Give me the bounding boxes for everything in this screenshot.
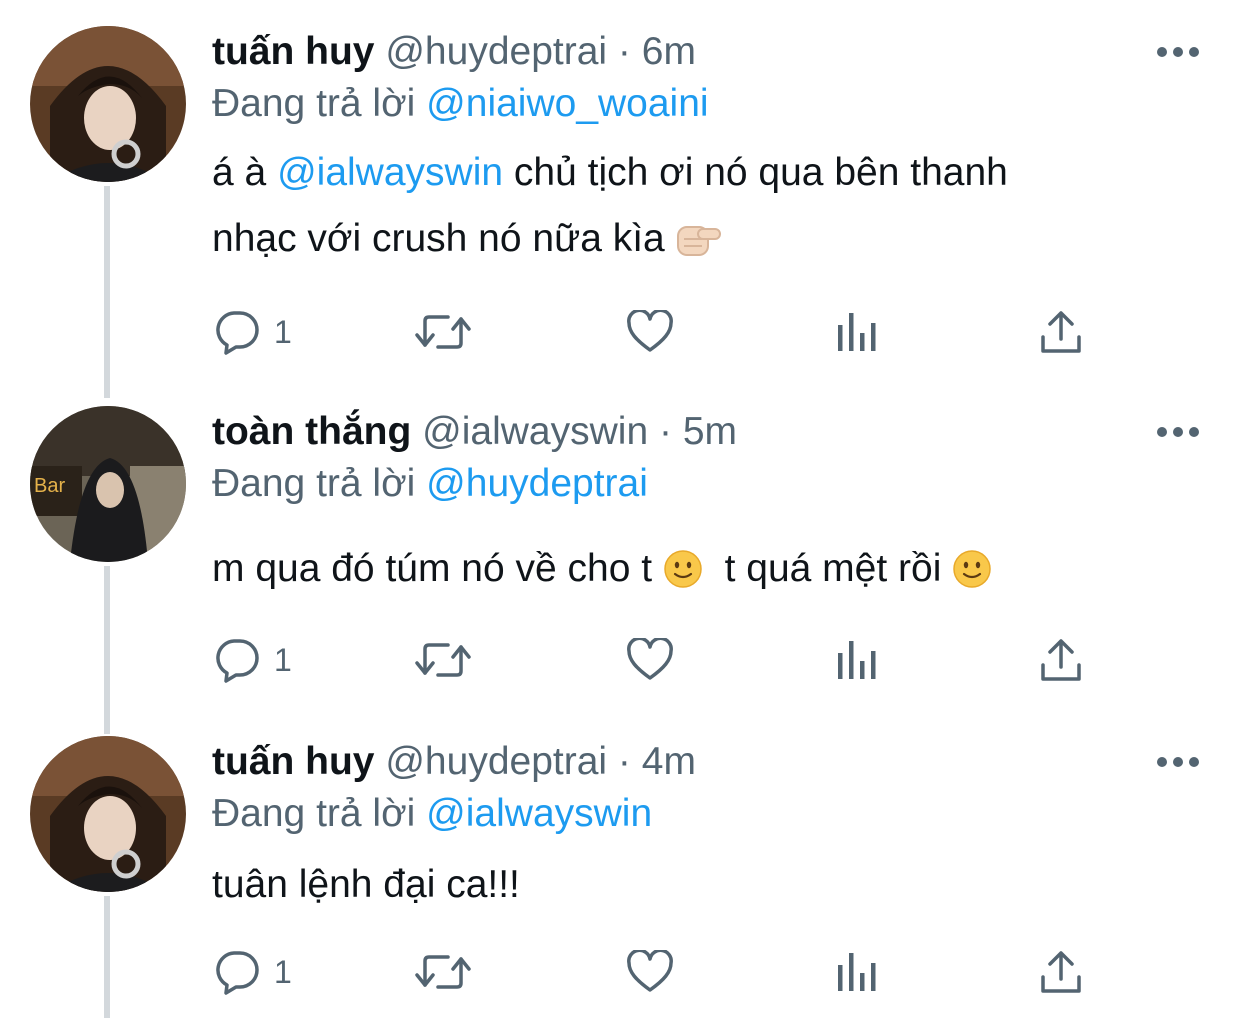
reply-button[interactable]: 1 — [214, 942, 292, 1002]
avatar[interactable] — [30, 736, 186, 892]
like-button[interactable] — [626, 302, 674, 362]
share-icon — [1041, 311, 1081, 353]
replying-prefix: Đang trả lời — [212, 792, 416, 835]
replying-to-mention[interactable]: @ialwayswin — [426, 792, 652, 835]
replying-to-mention[interactable]: @niaiwo_woaini — [426, 82, 708, 125]
retweet-icon — [415, 643, 471, 677]
username[interactable]: @huydeptrai — [385, 740, 607, 783]
avatar[interactable] — [30, 26, 186, 182]
display-name[interactable]: tuấn huy — [212, 30, 375, 73]
username[interactable]: @huydeptrai — [385, 30, 607, 73]
share-icon — [1041, 951, 1081, 993]
retweet-button[interactable] — [414, 942, 472, 1002]
replying-prefix: Đang trả lời — [212, 82, 416, 125]
reply-count: 1 — [274, 641, 292, 678]
replying-to: Đang trả lời @niaiwo_woaini — [212, 78, 709, 130]
heart-icon — [627, 950, 673, 992]
share-button[interactable] — [1040, 302, 1082, 362]
tweet-text-part: m qua đó túm nó về cho t — [212, 547, 653, 590]
reply-count: 1 — [274, 313, 292, 350]
reply-button[interactable]: 1 — [214, 630, 292, 690]
tweet-text-part: chủ tịch ơi nó qua bên thanh — [513, 151, 1008, 194]
display-name[interactable]: toàn thắng — [212, 410, 411, 453]
tweet-header: tuấn huy @huydeptrai · 6m — [212, 26, 696, 78]
username[interactable]: @ialwayswin — [422, 410, 648, 453]
share-button[interactable] — [1040, 630, 1082, 690]
tweet-text: á à @ialwayswin chủ tịch ơi nó qua bên t… — [212, 140, 1172, 280]
reply-icon — [216, 311, 259, 355]
retweet-button[interactable] — [414, 302, 472, 362]
backhand-index-pointing-right-emoji — [676, 214, 722, 280]
heart-icon — [627, 310, 673, 352]
tweet-header: tuấn huy @huydeptrai · 4m — [212, 736, 696, 788]
tweet-text: tuân lệnh đại ca!!! — [212, 852, 1172, 918]
more-icon — [1157, 757, 1199, 767]
more-icon — [1157, 47, 1199, 57]
tweet-text-part: nhạc với crush nó nữa kìa — [212, 217, 665, 260]
tweet-mention[interactable]: @ialwayswin — [277, 151, 503, 194]
replying-to: Đang trả lời @huydeptrai — [212, 458, 648, 510]
tweet[interactable]: tuấn huy @huydeptrai · 4m Đang trả lời @… — [0, 736, 1242, 1018]
separator-dot: · — [617, 740, 631, 783]
tweet-actions: 1 — [0, 630, 1242, 690]
more-icon — [1157, 427, 1199, 437]
more-options-button[interactable] — [1155, 422, 1201, 442]
avatar[interactable]: Bar — [30, 406, 186, 562]
more-options-button[interactable] — [1155, 752, 1201, 772]
share-button[interactable] — [1040, 942, 1082, 1002]
analytics-button[interactable] — [836, 942, 878, 1002]
replying-to-mention[interactable]: @huydeptrai — [426, 462, 648, 505]
like-button[interactable] — [626, 942, 674, 1002]
tweet-actions: 1 — [0, 942, 1242, 1002]
replying-to: Đang trả lời @ialwayswin — [212, 788, 652, 840]
tweet-text-part: tuân lệnh đại ca!!! — [212, 863, 520, 906]
analytics-icon — [838, 953, 876, 991]
timestamp[interactable]: 4m — [642, 740, 696, 783]
retweet-icon — [415, 955, 471, 989]
tweet-actions: 1 — [0, 302, 1242, 362]
analytics-icon — [838, 641, 876, 679]
analytics-button[interactable] — [836, 302, 878, 362]
analytics-button[interactable] — [836, 630, 878, 690]
slightly-smiling-face-emoji — [663, 544, 703, 610]
tweet-header: toàn thắng @ialwayswin · 5m — [212, 406, 737, 458]
separator-dot: · — [658, 410, 672, 453]
slightly-smiling-face-emoji — [952, 544, 992, 610]
reply-count: 1 — [274, 953, 292, 990]
reply-icon — [216, 951, 259, 995]
retweet-icon — [415, 315, 471, 349]
share-icon — [1041, 639, 1081, 681]
tweet-text: m qua đó túm nó về cho t t quá mệt rồi — [212, 536, 1172, 610]
reply-button[interactable]: 1 — [214, 302, 292, 362]
replying-prefix: Đang trả lời — [212, 462, 416, 505]
tweet[interactable]: Bar toàn thắng @ialwayswin · 5m Đang trả… — [0, 406, 1242, 706]
analytics-icon — [838, 313, 876, 351]
heart-icon — [627, 638, 673, 680]
tweet-text-part: t quá mệt rồi — [724, 547, 942, 590]
retweet-button[interactable] — [414, 630, 472, 690]
more-options-button[interactable] — [1155, 42, 1201, 62]
display-name[interactable]: tuấn huy — [212, 740, 375, 783]
reply-icon — [216, 639, 259, 683]
timestamp[interactable]: 5m — [683, 410, 737, 453]
tweet[interactable]: tuấn huy @huydeptrai · 6m Đang trả lời @… — [0, 26, 1242, 366]
timestamp[interactable]: 6m — [642, 30, 696, 73]
tweet-text-part: á à — [212, 151, 267, 194]
svg-text:Bar: Bar — [34, 475, 65, 497]
like-button[interactable] — [626, 630, 674, 690]
separator-dot: · — [617, 30, 631, 73]
